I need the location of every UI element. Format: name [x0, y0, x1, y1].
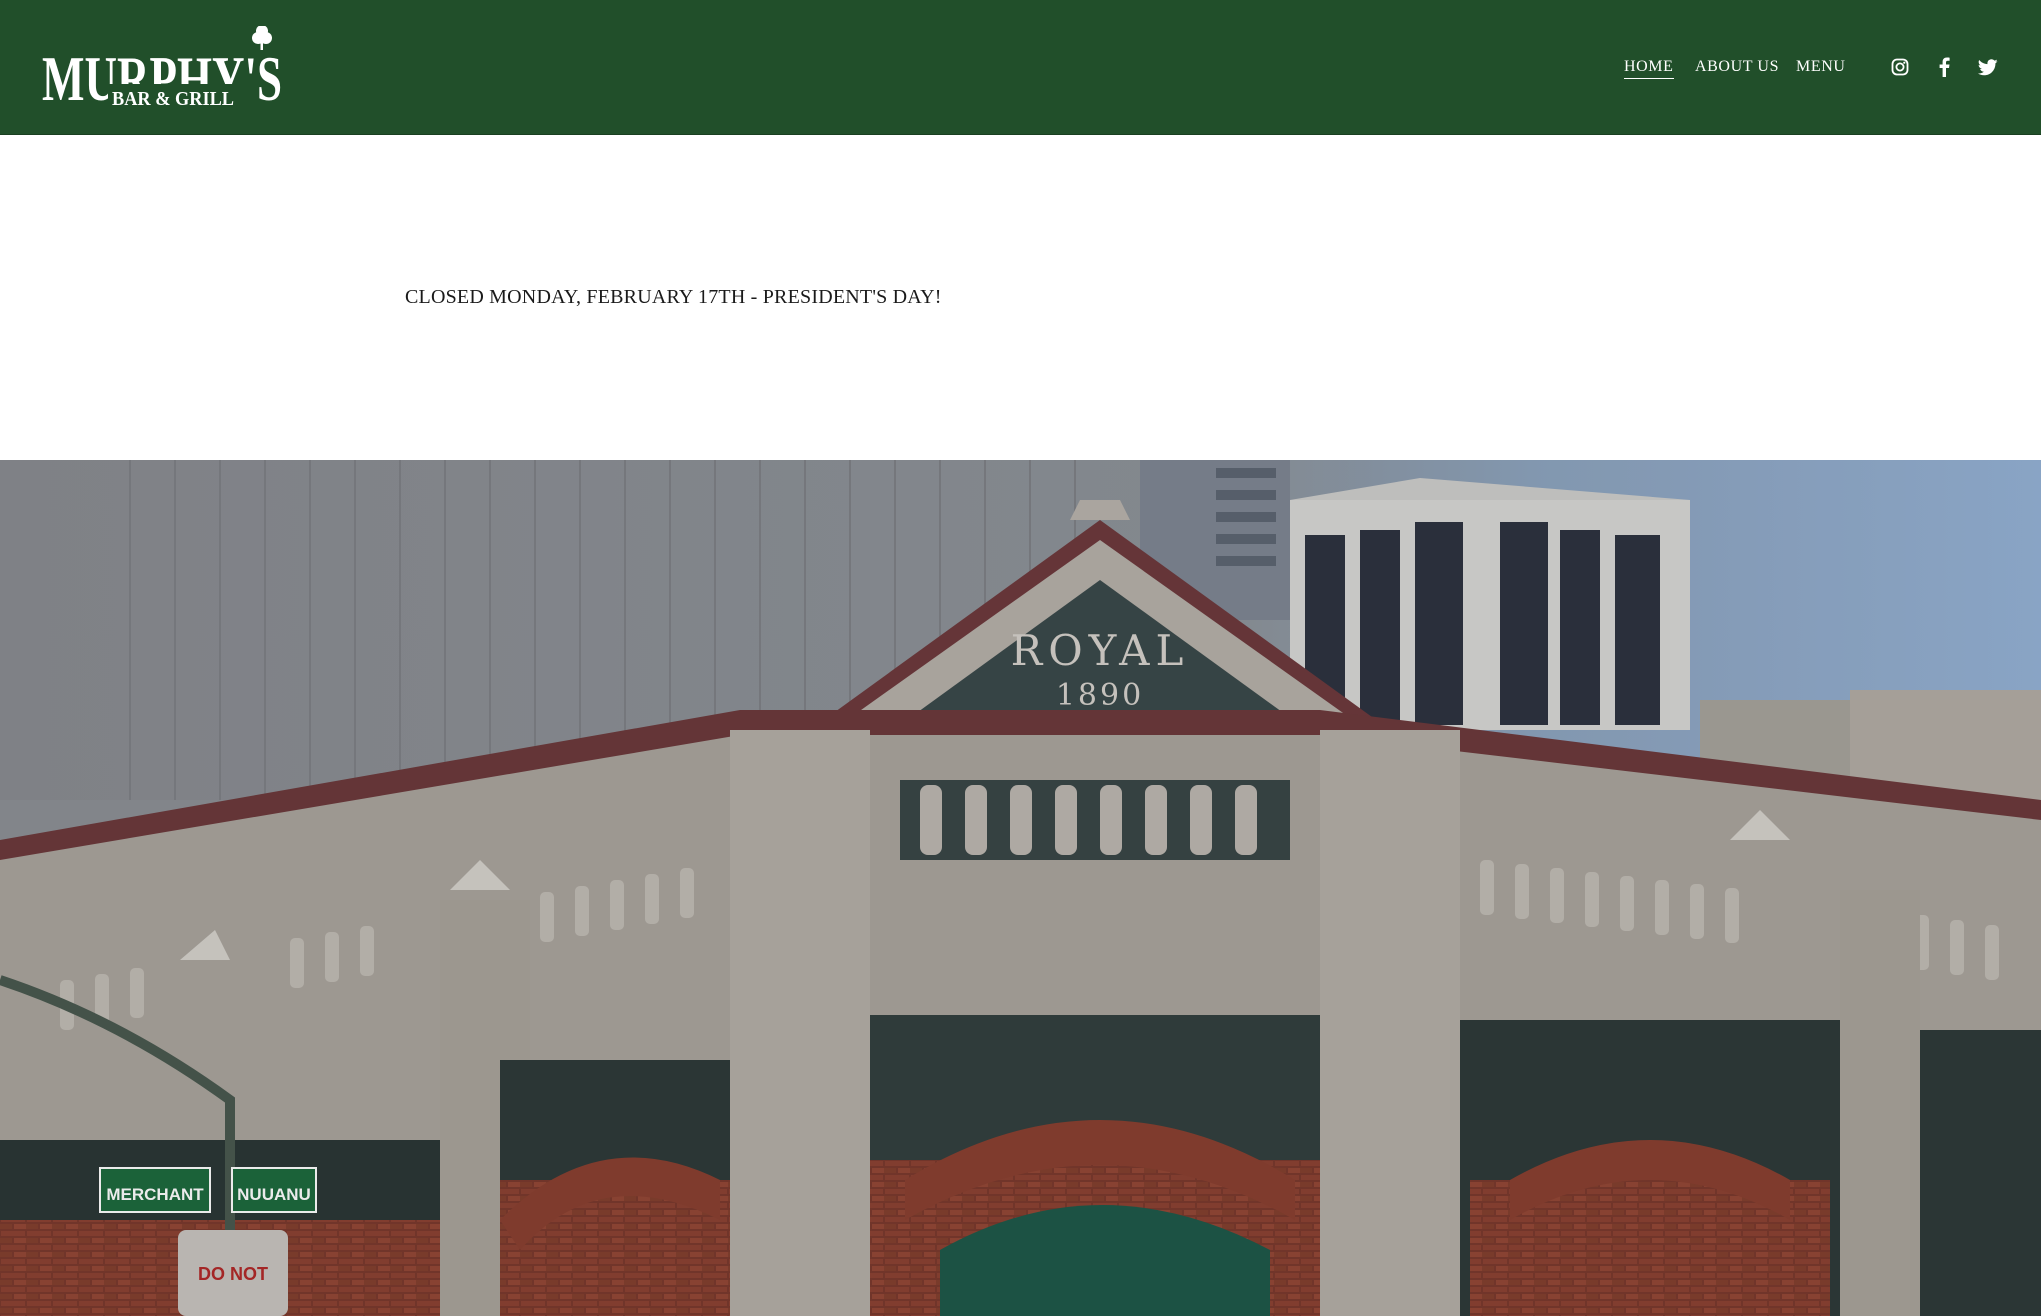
nav-about-us[interactable]: ABOUT US [1695, 57, 1779, 77]
murphys-logo: MURPHY'S BAR & GRILL [42, 25, 282, 114]
nav-menu[interactable]: MENU [1796, 57, 1846, 77]
site-logo[interactable]: MURPHY'S BAR & GRILL [40, 25, 290, 114]
instagram-icon[interactable] [1890, 57, 1910, 77]
announcement-text: CLOSED MONDAY, FEBRUARY 17TH - PRESIDENT… [405, 286, 942, 308]
hero-image: ROYAL 1890 MERCHANT NUUANU DO NOT [0, 460, 2041, 1316]
building-illustration: ROYAL 1890 MERCHANT NUUANU DO NOT [0, 460, 2041, 1316]
twitter-icon[interactable] [1978, 57, 1998, 77]
site-header: MURPHY'S BAR & GRILL HOME ABOUT US MENU [0, 0, 2041, 135]
facebook-icon[interactable] [1934, 57, 1954, 77]
logo-sub-text: BAR & GRILL [112, 88, 234, 110]
nav-home[interactable]: HOME [1624, 57, 1674, 79]
